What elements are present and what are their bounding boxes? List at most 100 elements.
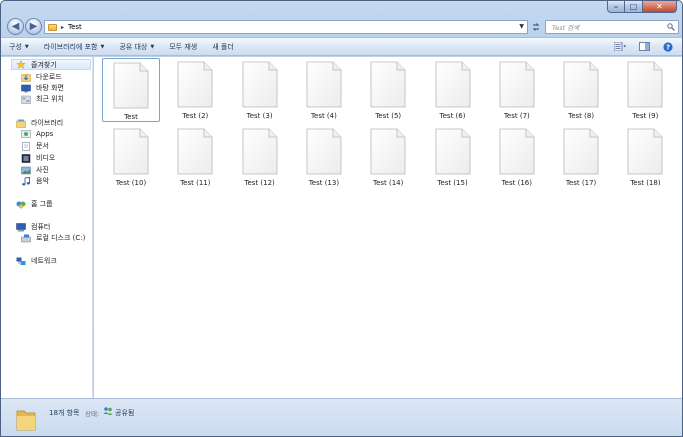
shared-users-icon: [103, 407, 113, 415]
music-icon: [22, 176, 30, 185]
organize-button[interactable]: 구성 ▼: [9, 42, 29, 52]
file-name: Test (8): [568, 112, 595, 120]
file-name: Test (5): [375, 112, 402, 120]
file-item[interactable]: Test (17): [552, 125, 610, 189]
sidebar-label: 로컬 디스크 (C:): [36, 234, 86, 242]
sidebar-item-pictures[interactable]: 사진: [21, 165, 49, 175]
address-bar[interactable]: ▸ Test ▼: [44, 20, 528, 34]
computer-icon: [16, 222, 26, 231]
sidebar-label: 음악: [36, 177, 49, 185]
history-buttons: ◀ ▶: [7, 18, 43, 35]
new-folder-button[interactable]: 새 폴더: [212, 42, 234, 52]
sidebar-favorites[interactable]: 즐겨찾기: [11, 59, 91, 70]
homegroup-icon: [16, 201, 26, 208]
file-icon: [113, 128, 149, 175]
file-item[interactable]: Test (7): [488, 58, 546, 122]
maximize-button[interactable]: □: [625, 1, 643, 13]
file-name: Test (13): [308, 179, 340, 187]
sidebar-item-recent-places[interactable]: 최근 위치: [21, 94, 64, 104]
sidebar-network[interactable]: 네트워크: [16, 256, 57, 266]
file-icon: [499, 128, 535, 175]
details-pane: 18개 항목 상태: 공유됨: [1, 398, 682, 436]
sidebar-label: 비디오: [36, 154, 56, 162]
navigation-pane: 즐겨찾기 다운로드 바탕 화면 최근 위치 라이브러리 Apps 문서 비디오 …: [1, 57, 93, 398]
svg-text:?: ?: [666, 43, 670, 51]
include-in-library-button[interactable]: 라이브러리에 포함 ▼: [44, 42, 105, 52]
refresh-button[interactable]: [529, 20, 543, 34]
file-item[interactable]: Test (2): [166, 58, 224, 122]
sidebar-item-videos[interactable]: 비디오: [21, 153, 55, 163]
explorer-window: – □ ✕ ◀ ▶ ▸ Test ▼ Test 검색 구성 ▼ 라이브러리에 포함…: [0, 0, 683, 437]
folder-icon: [16, 410, 36, 431]
search-input[interactable]: Test 검색: [552, 22, 579, 32]
sidebar-homegroup[interactable]: 홈 그룹: [16, 199, 53, 209]
breadcrumb-separator-icon[interactable]: ▸: [61, 24, 64, 31]
sidebar-item-apps[interactable]: Apps: [21, 129, 53, 138]
sidebar-item-desktop[interactable]: 바탕 화면: [21, 83, 64, 93]
sidebar-label: Apps: [36, 129, 54, 138]
sidebar-label: 다운로드: [36, 73, 62, 81]
file-item[interactable]: Test: [102, 58, 160, 122]
file-item[interactable]: Test (11): [166, 125, 224, 189]
search-box[interactable]: Test 검색: [545, 20, 679, 34]
sidebar-label: 바탕 화면: [36, 84, 64, 92]
search-icon[interactable]: [667, 23, 675, 31]
file-item[interactable]: Test (9): [616, 58, 674, 122]
recent-places-icon: [21, 95, 31, 104]
sidebar-label: 사진: [36, 166, 49, 174]
chevron-down-icon: ▼: [100, 43, 105, 50]
file-item[interactable]: Test (3): [231, 58, 289, 122]
file-item[interactable]: Test (18): [616, 125, 674, 189]
file-item[interactable]: Test (6): [424, 58, 482, 122]
file-icon: [627, 128, 663, 175]
minimize-button[interactable]: –: [607, 1, 625, 13]
sidebar-computer[interactable]: 컴퓨터: [16, 222, 50, 232]
share-state-value: 공유됨: [115, 409, 135, 417]
file-name: Test (7): [503, 112, 530, 120]
file-item[interactable]: Test (14): [359, 125, 417, 189]
file-item[interactable]: Test (12): [231, 125, 289, 189]
play-all-button[interactable]: 모두 재생: [169, 42, 197, 52]
file-item[interactable]: Test (15): [424, 125, 482, 189]
chevron-down-icon: ▼: [24, 43, 29, 50]
file-icon: [370, 61, 406, 108]
file-name: Test (10): [115, 179, 147, 187]
change-view-button[interactable]: [614, 41, 626, 52]
address-dropdown-icon[interactable]: ▼: [519, 23, 524, 30]
breadcrumb-test[interactable]: Test: [68, 23, 82, 31]
sidebar-item-downloads[interactable]: 다운로드: [21, 72, 62, 82]
file-item[interactable]: Test (16): [488, 125, 546, 189]
share-with-button[interactable]: 공유 대상 ▼: [119, 42, 154, 52]
preview-pane-button[interactable]: [638, 41, 650, 52]
sidebar-label: 홈 그룹: [31, 200, 53, 208]
file-icon: [563, 128, 599, 175]
preview-pane-icon: [638, 42, 650, 51]
file-icon: [563, 61, 599, 108]
sidebar-libraries[interactable]: 라이브러리: [16, 118, 63, 128]
file-item[interactable]: Test (8): [552, 58, 610, 122]
file-item[interactable]: Test (5): [359, 58, 417, 122]
videos-icon: [21, 153, 31, 163]
sidebar-label: 즐겨찾기: [31, 60, 57, 69]
close-button[interactable]: ✕: [643, 1, 677, 13]
file-icon: [242, 61, 277, 108]
file-icon: [499, 61, 535, 108]
file-item[interactable]: Test (4): [295, 58, 353, 122]
file-icon: [113, 62, 149, 109]
file-icon: [627, 61, 663, 108]
file-icon: [435, 128, 470, 175]
back-button[interactable]: ◀: [7, 18, 24, 35]
new-folder-label: 새 폴더: [212, 42, 234, 51]
sidebar-item-music[interactable]: 음악: [21, 176, 49, 186]
sidebar-item-documents[interactable]: 문서: [21, 141, 49, 151]
file-item[interactable]: Test (13): [295, 125, 353, 189]
forward-button[interactable]: ▶: [25, 18, 42, 35]
help-button[interactable]: ?: [662, 41, 674, 52]
disk-icon: [21, 234, 31, 242]
sidebar-label: 문서: [36, 142, 49, 150]
sidebar-item-local-disk[interactable]: 로컬 디스크 (C:): [21, 233, 85, 243]
sidebar-label: 최근 위치: [36, 95, 64, 103]
sidebar-label: 컴퓨터: [31, 223, 51, 231]
refresh-icon: [532, 23, 540, 31]
file-item[interactable]: Test (10): [102, 125, 160, 189]
